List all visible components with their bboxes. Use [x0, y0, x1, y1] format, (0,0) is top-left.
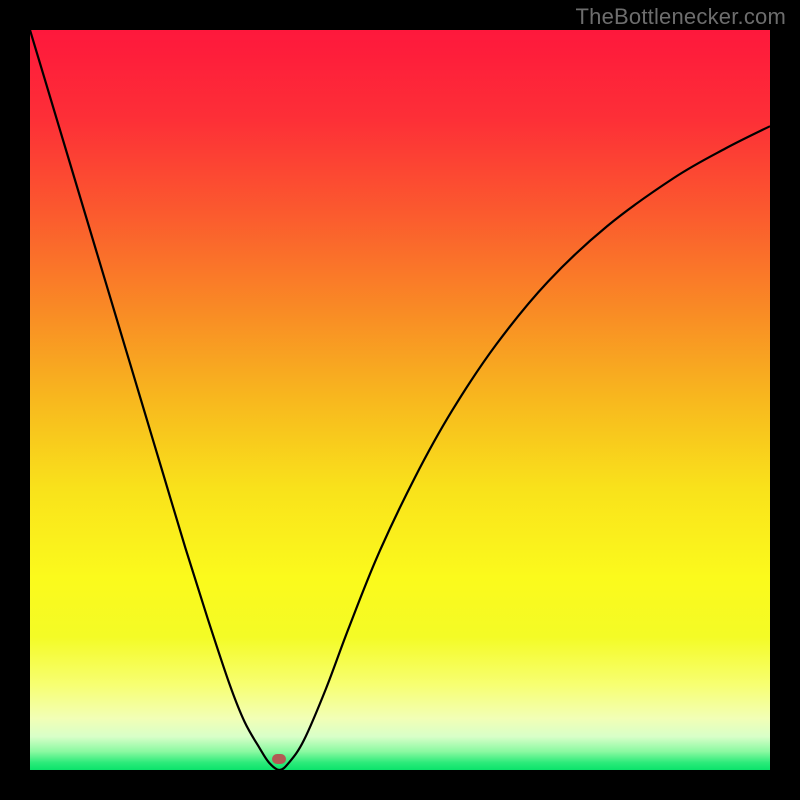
watermark-text: TheBottlenecker.com — [576, 4, 786, 30]
bottleneck-curve — [30, 30, 770, 770]
optimal-point-marker — [272, 754, 286, 764]
chart-frame: TheBottlenecker.com — [0, 0, 800, 800]
plot-area — [30, 30, 770, 770]
